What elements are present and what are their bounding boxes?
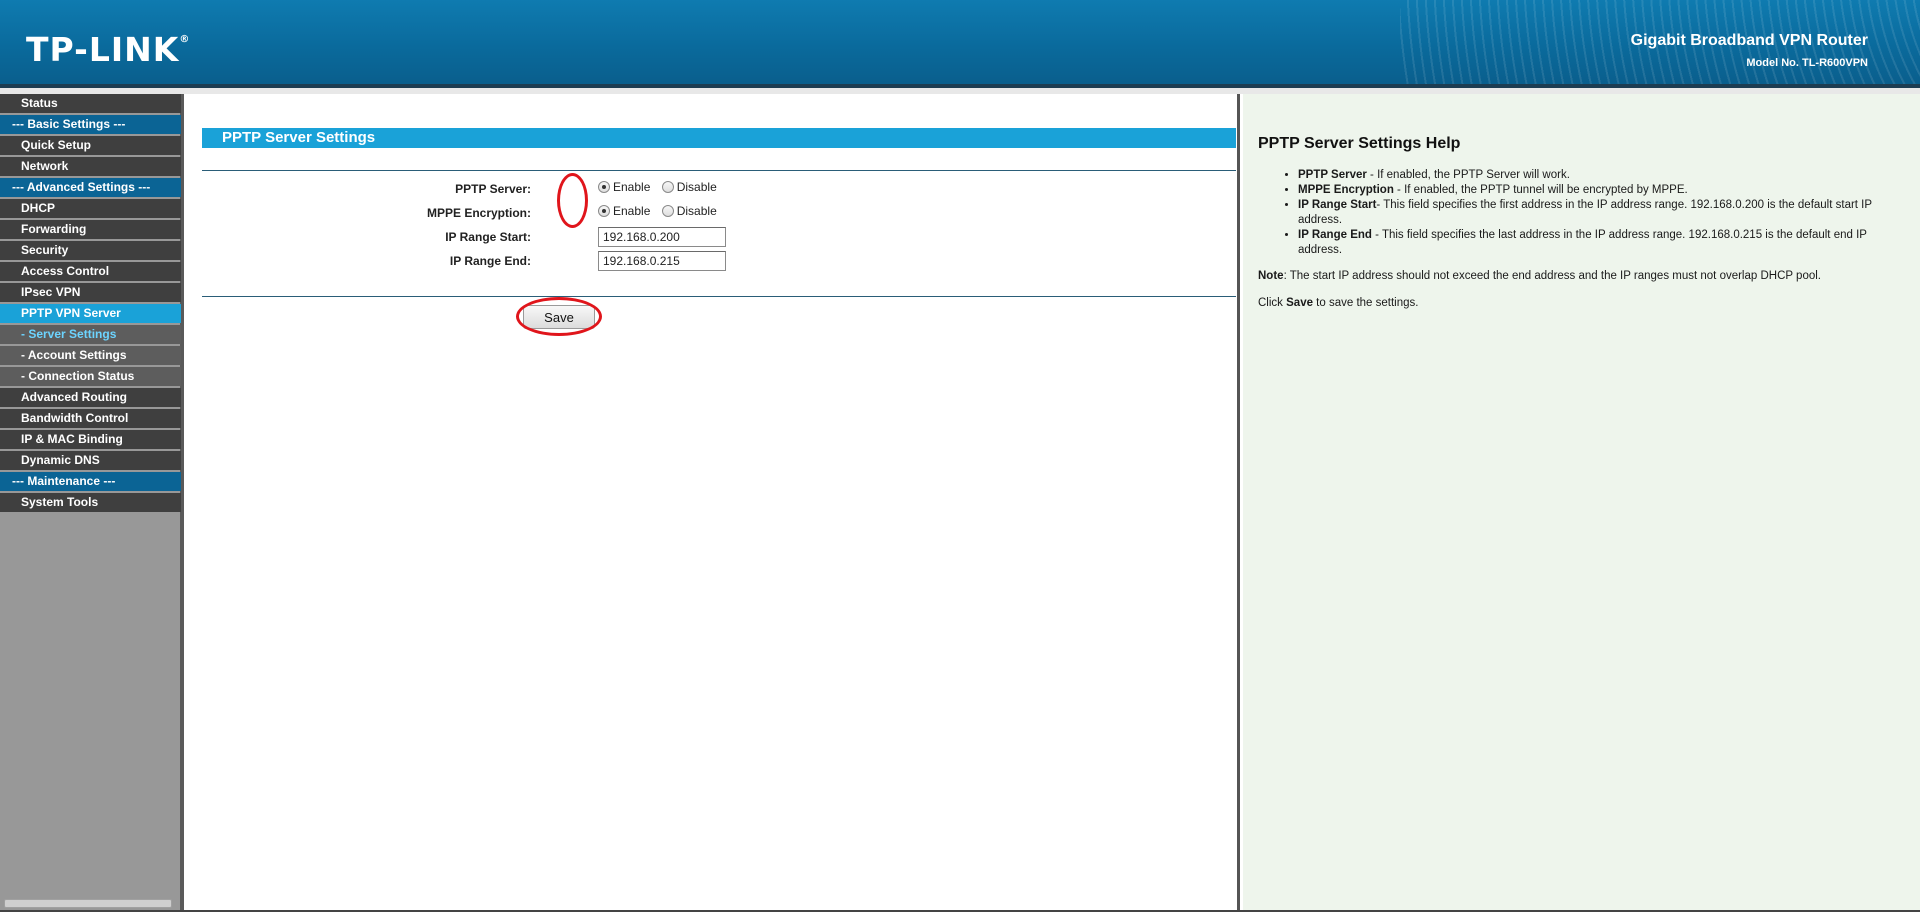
main-content: PPTP Server Settings PPTP Server: Enable…: [188, 94, 1240, 912]
sidebar-item-network[interactable]: Network: [0, 157, 181, 176]
sidebar-item-ip-mac-binding[interactable]: IP & MAC Binding: [0, 430, 181, 449]
page-header: TP-LINK® Gigabit Broadband VPN Router Mo…: [0, 0, 1920, 86]
sidebar-subitem-account-settings[interactable]: - Account Settings: [0, 346, 181, 365]
ip-range-start-label: IP Range Start:: [445, 230, 531, 244]
mppe-disable-radio[interactable]: [661, 204, 674, 217]
pptp-server-label: PPTP Server:: [455, 182, 531, 196]
sidebar-item-ipsec-vpn[interactable]: IPsec VPN: [0, 283, 181, 302]
page-title: PPTP Server Settings: [202, 128, 1236, 148]
ip-range-start-row: IP Range Start:: [202, 227, 1236, 249]
ip-range-end-label: IP Range End:: [449, 254, 531, 268]
product-name: Gigabit Broadband VPN Router: [1630, 32, 1868, 49]
tp-link-logo: TP-LINK®: [26, 30, 191, 69]
pptp-server-disable-radio[interactable]: [661, 180, 674, 193]
pptp-server-radio-group: Enable Disable: [598, 179, 725, 194]
mppe-encryption-radio-group: Enable Disable: [598, 203, 725, 218]
sidebar-subitem-server-settings[interactable]: - Server Settings: [0, 325, 181, 344]
help-item-mppe-encryption: MPPE Encryption - If enabled, the PPTP t…: [1298, 183, 1904, 198]
ip-range-end-input[interactable]: [598, 251, 726, 271]
sidebar-menu: Status --- Basic Settings --- Quick Setu…: [0, 94, 184, 912]
model-number: Model No. TL-R600VPN: [1746, 57, 1868, 69]
save-button[interactable]: Save: [523, 305, 595, 329]
help-list: PPTP Server - If enabled, the PPTP Serve…: [1298, 168, 1904, 258]
help-item-pptp-server: PPTP Server - If enabled, the PPTP Serve…: [1298, 168, 1904, 183]
sidebar-item-bandwidth-control[interactable]: Bandwidth Control: [0, 409, 181, 428]
help-title: PPTP Server Settings Help: [1258, 135, 1461, 152]
mppe-enable-radio[interactable]: [598, 204, 610, 217]
sidebar-item-dynamic-dns[interactable]: Dynamic DNS: [0, 451, 181, 470]
ip-range-start-input[interactable]: [598, 227, 726, 247]
sidebar-item-system-tools[interactable]: System Tools: [0, 493, 181, 512]
pptp-server-disable-label: Disable: [676, 179, 717, 194]
mppe-disable-label: Disable: [676, 203, 717, 218]
help-note: Note: The start IP address should not ex…: [1258, 270, 1821, 282]
pptp-server-enable-label: Enable: [613, 179, 651, 194]
mppe-encryption-row: MPPE Encryption: Enable Disable: [202, 203, 1236, 225]
sidebar-horizontal-scrollbar[interactable]: [4, 899, 172, 908]
bottom-divider: [202, 296, 1236, 297]
sidebar-item-pptp-vpn-server[interactable]: PPTP VPN Server: [0, 304, 181, 323]
help-item-ip-range-end: IP Range End - This field specifies the …: [1298, 228, 1904, 258]
sidebar-section-advanced-settings[interactable]: --- Advanced Settings ---: [0, 178, 181, 197]
help-panel: PPTP Server Settings Help PPTP Server - …: [1243, 94, 1920, 912]
sidebar-subitem-connection-status[interactable]: - Connection Status: [0, 367, 181, 386]
mppe-enable-label: Enable: [613, 203, 651, 218]
pptp-server-enable-radio[interactable]: [598, 180, 610, 193]
sidebar-item-status[interactable]: Status: [0, 94, 181, 113]
ip-range-end-row: IP Range End:: [202, 251, 1236, 273]
sidebar-item-quick-setup[interactable]: Quick Setup: [0, 136, 181, 155]
mppe-encryption-label: MPPE Encryption:: [426, 206, 531, 220]
help-item-ip-range-start: IP Range Start- This field specifies the…: [1298, 198, 1904, 228]
pptp-server-row: PPTP Server: Enable Disable: [202, 179, 1236, 201]
sidebar-item-advanced-routing[interactable]: Advanced Routing: [0, 388, 181, 407]
sidebar-item-dhcp[interactable]: DHCP: [0, 199, 181, 218]
sidebar-item-forwarding[interactable]: Forwarding: [0, 220, 181, 239]
sidebar-section-basic-settings[interactable]: --- Basic Settings ---: [0, 115, 181, 134]
sidebar-item-security[interactable]: Security: [0, 241, 181, 260]
sidebar-item-access-control[interactable]: Access Control: [0, 262, 181, 281]
sidebar-section-maintenance[interactable]: --- Maintenance ---: [0, 472, 181, 491]
help-save-instruction: Click Save to save the settings.: [1258, 297, 1419, 309]
top-divider: [202, 170, 1236, 171]
